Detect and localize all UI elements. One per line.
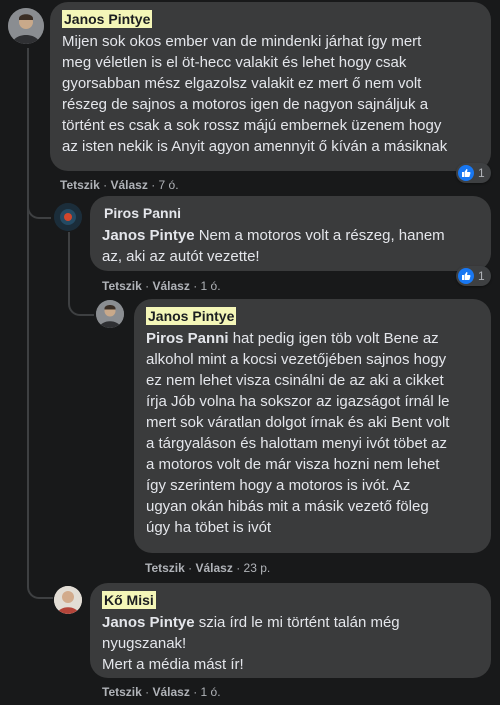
comment-author[interactable]: Janos Pintye: [146, 307, 237, 325]
thumbs-up-icon: [458, 268, 474, 284]
comment-bubble: Janos Pintye Piros Panni hat pedig igen …: [134, 299, 491, 553]
user-avatar-icon: [54, 203, 82, 231]
comment-actions: Tetszik · Válasz · 23 p.: [145, 561, 271, 575]
comment-actions: Tetszik · Válasz · 1 ó.: [102, 279, 221, 293]
thumbs-up-icon: [458, 165, 474, 181]
thread-line-main-2: [27, 217, 29, 577]
timestamp[interactable]: 1 ó.: [201, 685, 221, 699]
avatar[interactable]: [54, 586, 82, 614]
thread-line-main: [27, 48, 29, 218]
comment-text: Janos Pintye Nem a motoros volt a részeg…: [102, 227, 445, 265]
comment-text: Piros Panni hat pedig igen töb volt Bene…: [146, 330, 450, 536]
reaction-count: 1: [478, 166, 485, 180]
timestamp[interactable]: 23 p.: [244, 561, 271, 575]
thread-connector-3: [68, 292, 94, 316]
comment-text: Mijen sok okos ember van de mindenki jár…: [62, 33, 448, 155]
comment-actions: Tetszik · Válasz · 1 ó.: [102, 685, 221, 699]
thread-line-nested: [68, 232, 70, 292]
mention-link[interactable]: Janos Pintye: [102, 227, 195, 244]
avatar[interactable]: [8, 8, 44, 44]
comment-bubble: Piros Panni Janos Pintye Nem a motoros v…: [90, 196, 491, 271]
user-avatar-icon: [54, 586, 82, 614]
comment-bubble: Janos Pintye Mijen sok okos ember van de…: [50, 2, 491, 171]
comment-bubble: Kő Misi Janos Pintye szia írd le mi tört…: [90, 583, 491, 678]
reply-button[interactable]: Válasz: [110, 178, 147, 192]
thread-connector-2: [27, 575, 53, 599]
like-button[interactable]: Tetszik: [102, 685, 142, 699]
reply-button[interactable]: Válasz: [152, 685, 189, 699]
timestamp[interactable]: 7 ó.: [159, 178, 179, 192]
mention-link[interactable]: Janos Pintye: [102, 614, 195, 631]
comment-author[interactable]: Piros Panni: [102, 204, 183, 222]
comment-actions: Tetszik · Válasz · 7 ó.: [60, 178, 179, 192]
reaction-counter[interactable]: 1: [456, 266, 491, 286]
thread-connector-1: [27, 195, 51, 219]
like-button[interactable]: Tetszik: [60, 178, 100, 192]
like-button[interactable]: Tetszik: [145, 561, 185, 575]
avatar[interactable]: [54, 203, 82, 231]
avatar[interactable]: [96, 300, 124, 328]
user-avatar-icon: [96, 300, 124, 328]
user-avatar-icon: [8, 8, 44, 44]
like-button[interactable]: Tetszik: [102, 279, 142, 293]
comment-text: Janos Pintye szia írd le mi történt talá…: [102, 614, 400, 673]
comment-author[interactable]: Kő Misi: [102, 591, 156, 609]
comment-author[interactable]: Janos Pintye: [62, 10, 153, 28]
reaction-count: 1: [478, 269, 485, 283]
reply-button[interactable]: Válasz: [152, 279, 189, 293]
reaction-counter[interactable]: 1: [456, 163, 491, 183]
reply-button[interactable]: Válasz: [195, 561, 232, 575]
mention-link[interactable]: Piros Panni: [146, 330, 229, 347]
timestamp[interactable]: 1 ó.: [201, 279, 221, 293]
